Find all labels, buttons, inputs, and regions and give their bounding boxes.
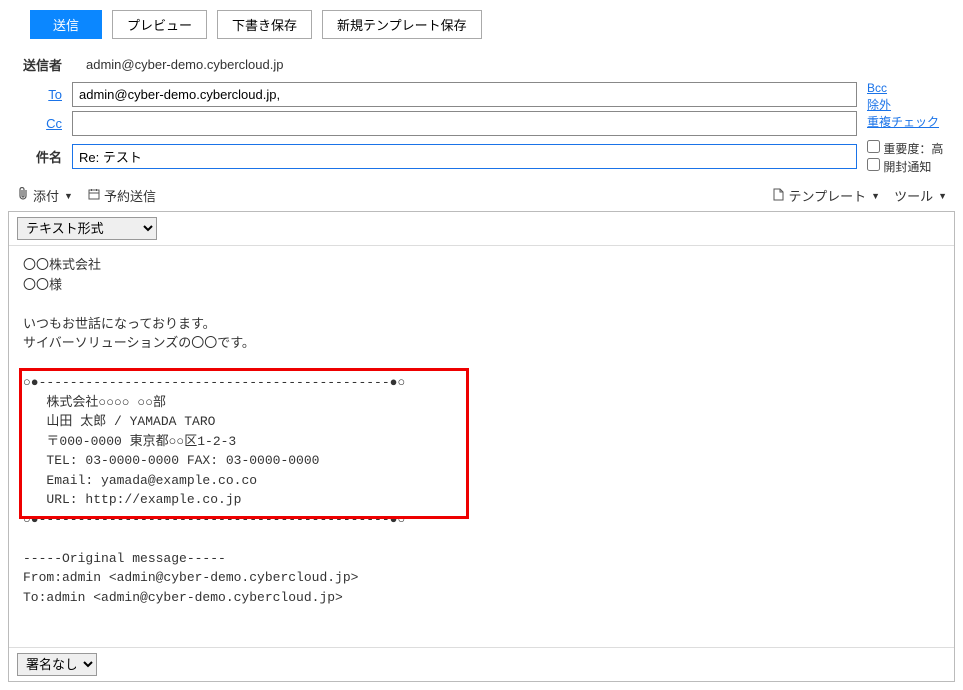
body-textarea[interactable]: 〇〇株式会社 〇〇様 いつもお世話になっております。 サイバーソリューションズの… [9,246,954,647]
side-links: Bcc 除外 重複チェック [857,78,947,130]
chevron-down-icon: ▼ [871,191,880,201]
sub-toolbar: 添付 ▼ 予約送信 テンプレート ▼ ツール ▼ [0,182,963,211]
paperclip-icon [16,187,30,204]
preview-button[interactable]: プレビュー [112,10,207,39]
body-post-text: -----Original message----- From:admin <a… [23,551,358,605]
to-input[interactable] [72,82,857,107]
template-menu[interactable]: テンプレート ▼ [772,186,881,205]
sender-label: 送信者 [16,55,62,74]
send-button[interactable]: 送信 [30,10,102,39]
chevron-down-icon: ▼ [64,191,73,201]
chevron-down-icon: ▼ [938,191,947,201]
subject-label: 件名 [16,147,62,166]
tool-menu[interactable]: ツール ▼ [894,186,947,205]
bottom-bar: 署名なし [9,647,954,681]
body-signature-text: ○●--------------------------------------… [23,375,405,527]
editor: テキスト形式 〇〇株式会社 〇〇様 いつもお世話になっております。 サイバーソリ… [8,211,955,682]
bcc-link[interactable]: Bcc [867,80,947,97]
draft-save-button[interactable]: 下書き保存 [217,10,312,39]
format-select[interactable]: テキスト形式 [17,217,157,240]
calendar-icon [87,188,101,203]
side-checks: 重要度：高 開封通知 [857,140,947,176]
template-save-button[interactable]: 新規テンプレート保存 [322,10,482,39]
sender-value: admin@cyber-demo.cybercloud.jp [72,57,283,72]
signature-select[interactable]: 署名なし [17,653,97,676]
body-pre-text: 〇〇株式会社 〇〇様 いつもお世話になっております。 サイバーソリューションズの… [23,258,255,351]
attach-button[interactable]: 添付 ▼ [16,186,73,205]
cc-link[interactable]: Cc [46,116,62,131]
exclude-link[interactable]: 除外 [867,97,947,114]
top-toolbar: 送信 プレビュー 下書き保存 新規テンプレート保存 [0,0,963,45]
receipt-check[interactable]: 開封通知 [867,158,947,176]
subject-input[interactable] [72,144,857,169]
header-fields: 送信者 admin@cyber-demo.cybercloud.jp To Cc… [0,45,963,182]
schedule-button[interactable]: 予約送信 [87,186,156,205]
document-icon [772,188,786,204]
to-link[interactable]: To [48,87,62,102]
cc-input[interactable] [72,111,857,136]
priority-check[interactable]: 重要度：高 [867,140,947,158]
dupcheck-link[interactable]: 重複チェック [867,114,947,131]
format-bar: テキスト形式 [9,212,954,246]
